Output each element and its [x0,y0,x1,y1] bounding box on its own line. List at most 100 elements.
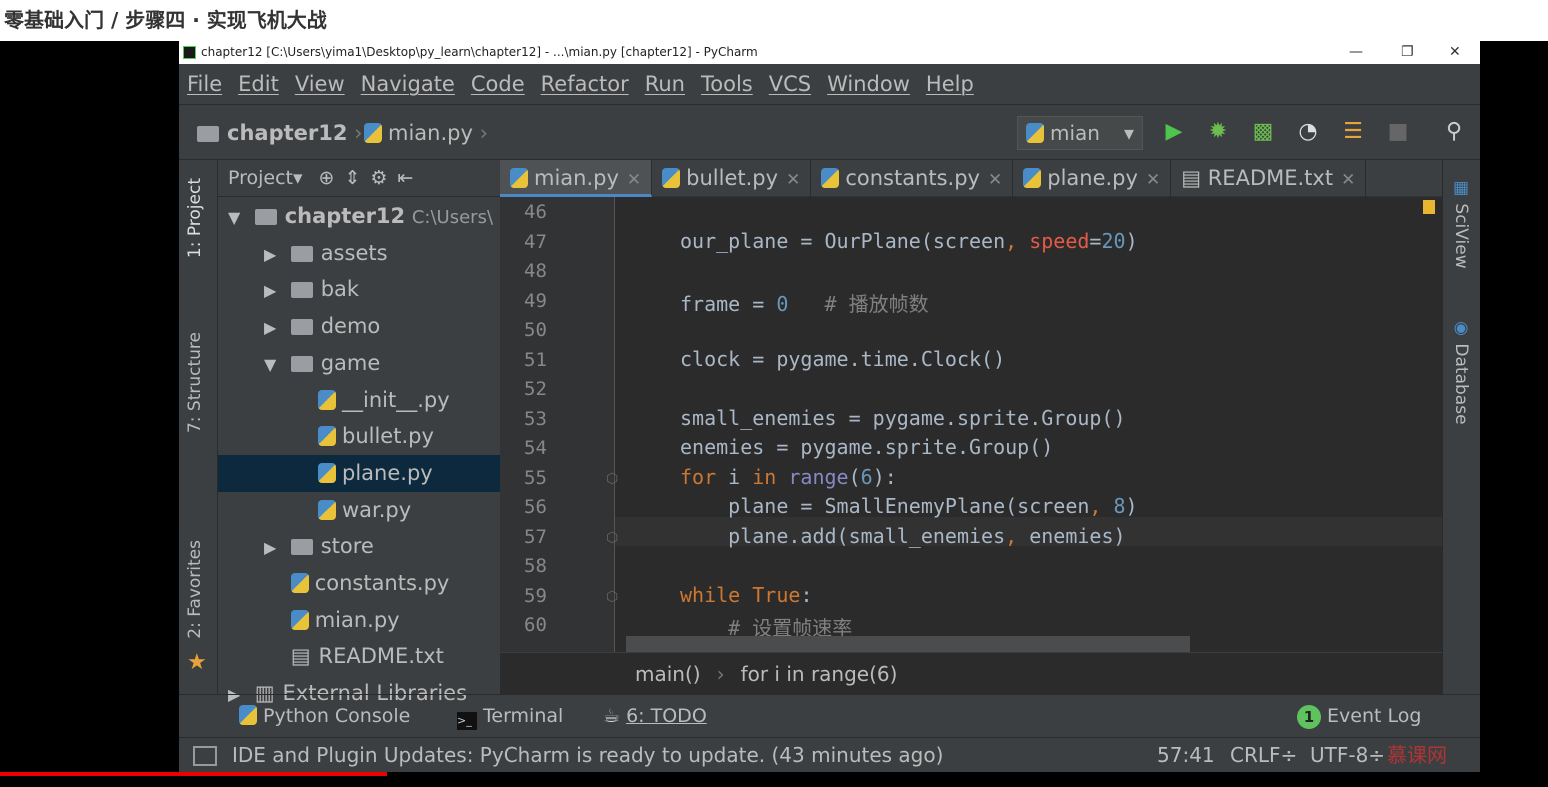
tree-item[interactable]: ▼ game [218,345,500,382]
tree-item[interactable]: ▶ demo [218,308,500,345]
menu-edit[interactable]: Edit [238,72,279,96]
menu-run[interactable]: Run [645,72,685,96]
folder-icon [290,245,313,262]
tab-plane-py[interactable]: plane.py ✕ [1013,160,1172,197]
menu-file[interactable]: File [187,72,222,96]
fold-icon[interactable]: ⬡ [606,471,618,487]
tree-item[interactable]: ▶ store [218,528,500,565]
code-line: while True: [680,582,813,607]
tree-item[interactable]: ▶ bak [218,271,500,308]
tree-item[interactable]: ▶ assets [218,235,500,272]
todo-button[interactable]: ☕ 6: TODO [603,695,707,738]
file-encoding[interactable]: UTF-8÷ [1310,738,1385,773]
minimize-button[interactable]: — [1349,41,1363,64]
left-tool-strip: 1: Project 7: Structure 2: Favorites ★ [179,160,218,694]
menu-bar: File Edit View Navigate Code Refactor Run Tools… [179,64,1480,104]
folder-icon [197,126,219,142]
video-progress-bar[interactable] [0,772,387,776]
crumb-main[interactable]: main() [635,662,701,686]
terminal-button[interactable]: >_ Terminal [457,695,563,738]
fold-end-icon[interactable]: ⬡ [606,530,618,546]
close-tab-icon[interactable]: ✕ [627,170,641,190]
close-tab-icon[interactable]: ✕ [1341,170,1355,190]
line-number: 59 [524,584,547,607]
right-tool-strip: ▦ SciView ◉ Database [1423,160,1480,694]
menu-view[interactable]: View [295,72,345,96]
toggle-tool-windows-icon[interactable] [193,746,217,766]
menu-window[interactable]: Window [827,72,910,96]
run-config-dropdown[interactable]: mian ▾ [1017,116,1143,150]
tree-item[interactable]: __init__.py [218,382,500,419]
collapsed-arrow-icon[interactable]: ▶ [264,309,284,345]
menu-refactor[interactable]: Refactor [541,72,629,96]
status-message[interactable]: IDE and Plugin Updates: PyCharm is ready… [232,738,943,773]
collapsed-arrow-icon[interactable]: ▶ [264,272,284,308]
menu-code[interactable]: Code [471,72,525,96]
restore-button[interactable]: ❐ [1401,41,1414,64]
tab-database[interactable]: ◉ Database [1451,318,1471,425]
python-file-icon [318,426,336,447]
line-number: 60 [524,614,547,636]
menu-navigate[interactable]: Navigate [361,72,455,96]
fold-icon[interactable]: ⬡ [606,589,618,605]
expanded-arrow-icon[interactable]: ▼ [228,199,248,235]
tab-mian-py[interactable]: mian.py ✕ [500,160,653,197]
debug-icon[interactable]: ✹ [1205,119,1231,145]
tree-item[interactable]: war.py [218,492,500,529]
tab-favorites[interactable]: 2: Favorites [185,540,205,639]
python-console-button[interactable]: Python Console [239,695,410,738]
line-number: 58 [524,555,547,577]
tab-constants-py[interactable]: constants.py ✕ [811,160,1014,197]
close-button[interactable]: ✕ [1449,41,1461,64]
line-separator[interactable]: CRLF÷ [1230,738,1297,773]
watermark: 慕课网 [1387,743,1447,767]
stop-icon[interactable]: ■ [1385,119,1411,145]
code-line: clock = pygame.time.Clock() [680,346,1006,371]
tree-item[interactable]: constants.py [218,565,500,602]
folder-icon [254,209,277,225]
tree-item[interactable]: bullet.py [218,418,500,455]
project-toolbar-icons[interactable]: ⊕⇕⚙⇤ [319,167,424,189]
tab-README-txt[interactable]: ▤ README.txt ✕ [1171,160,1367,197]
tree-item[interactable]: ▼ chapter12 C:\Users\ [218,198,500,235]
project-view-dropdown[interactable]: Project▾ [228,167,303,189]
tree-item[interactable]: mian.py [218,602,500,639]
event-log-button[interactable]: 1 Event Log [1297,695,1421,738]
expanded-arrow-icon[interactable]: ▼ [264,346,284,382]
code-line: our_plane = OurPlane(screen, speed=20) [680,228,1138,253]
navigation-bar: chapter12 › mian.py › mian ▾ ▶ ✹ ▩ ◔ ☰ ■ … [179,104,1480,160]
coverage-icon[interactable]: ▩ [1250,119,1276,145]
profile-icon[interactable]: ◔ [1295,119,1321,145]
close-tab-icon[interactable]: ✕ [988,170,1002,190]
code-line: small_enemies = pygame.sprite.Group() [680,405,1126,430]
search-icon[interactable]: ⚲ [1441,119,1467,145]
code-line: plane.add(small_enemies, enemies) [680,523,1126,548]
tab-structure[interactable]: 7: Structure [185,332,205,433]
crumb-for[interactable]: for i in range(6) [741,662,898,686]
menu-help[interactable]: Help [926,72,974,96]
collapsed-arrow-icon[interactable]: ▶ [264,236,284,272]
close-tab-icon[interactable]: ✕ [786,170,800,190]
collapsed-arrow-icon[interactable]: ▶ [264,529,284,565]
python-file-icon [318,389,336,410]
close-tab-icon[interactable]: ✕ [1146,170,1160,190]
tree-item[interactable]: plane.py [218,454,500,492]
menu-vcs[interactable]: VCS [769,72,811,96]
run-icon[interactable]: ▶ [1161,119,1187,145]
concurrency-icon[interactable]: ☰ [1340,119,1366,145]
nav-project[interactable]: chapter12 › [197,105,363,161]
python-file-icon [1023,168,1042,188]
nav-file[interactable]: mian.py › [364,105,488,161]
editor-tabs: mian.py ✕ bullet.py ✕ constants.py ✕ plane.py ✕… [500,160,1442,197]
tree-item[interactable]: ▤ README.txt [218,638,500,675]
star-icon: ★ [187,650,207,675]
python-file-icon [290,573,309,593]
title-bar: chapter12 [C:\Users\yima1\Desktop\py_lea… [179,41,1480,64]
tab-bullet-py[interactable]: bullet.py ✕ [652,160,812,197]
caret-position[interactable]: 57:41 [1157,738,1215,773]
course-breadcrumb: 零基础入门 / 步骤四 · 实现飞机大战 [0,0,1548,41]
tab-project[interactable]: 1: Project [185,178,205,258]
code-line: frame = 0 # 播放帧数 [680,291,929,316]
menu-tools[interactable]: Tools [701,72,753,96]
tab-sciview[interactable]: ▦ SciView [1451,178,1471,269]
